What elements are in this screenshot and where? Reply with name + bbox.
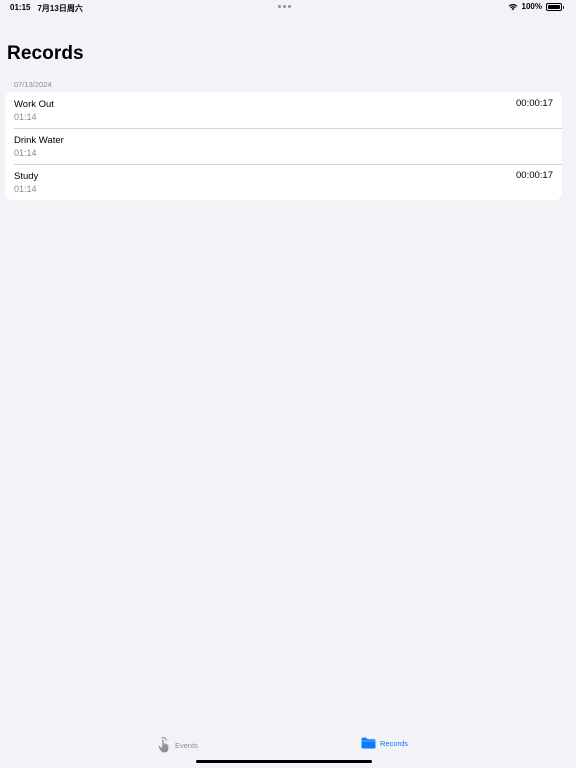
- folder-icon: [361, 737, 376, 749]
- records-list: Work Out 01:14 00:00:17 Drink Water 01:1…: [5, 92, 562, 200]
- list-item[interactable]: Work Out 01:14 00:00:17: [5, 92, 562, 128]
- record-time: 01:14: [14, 148, 37, 158]
- record-time: 01:14: [14, 112, 37, 122]
- tap-hand-icon: [158, 737, 169, 753]
- home-indicator[interactable]: [196, 760, 372, 763]
- tab-events[interactable]: Events: [157, 737, 198, 753]
- record-title: Study: [14, 171, 39, 182]
- app-screen: 01:15 7月13日周六 100% Records 07/13/2024 Wo…: [0, 0, 576, 768]
- tab-records[interactable]: Records: [361, 737, 408, 749]
- status-date: 7月13日周六: [37, 4, 83, 13]
- section-header-date: 07/13/2024: [14, 80, 52, 89]
- battery-icon: [546, 2, 564, 11]
- multitasking-dots-icon[interactable]: [278, 2, 291, 8]
- tab-records-label: Records: [380, 738, 408, 748]
- list-item[interactable]: Study 01:14 00:00:17: [5, 164, 562, 200]
- status-right: 100%: [508, 2, 564, 11]
- record-duration: 00:00:17: [516, 170, 553, 181]
- record-duration: 00:00:17: [516, 98, 553, 109]
- page-title: Records: [7, 43, 84, 64]
- list-item[interactable]: Drink Water 01:14: [5, 128, 562, 164]
- tab-events-label: Events: [175, 740, 198, 750]
- wifi-icon: [508, 3, 517, 10]
- record-title: Work Out: [14, 99, 54, 110]
- record-time: 01:14: [14, 184, 37, 194]
- status-left: 01:15 7月13日周六: [10, 3, 83, 14]
- status-bar: 01:15 7月13日周六 100%: [0, 0, 576, 16]
- status-time: 01:15: [10, 3, 31, 12]
- battery-percent: 100%: [521, 2, 542, 11]
- record-title: Drink Water: [14, 135, 64, 146]
